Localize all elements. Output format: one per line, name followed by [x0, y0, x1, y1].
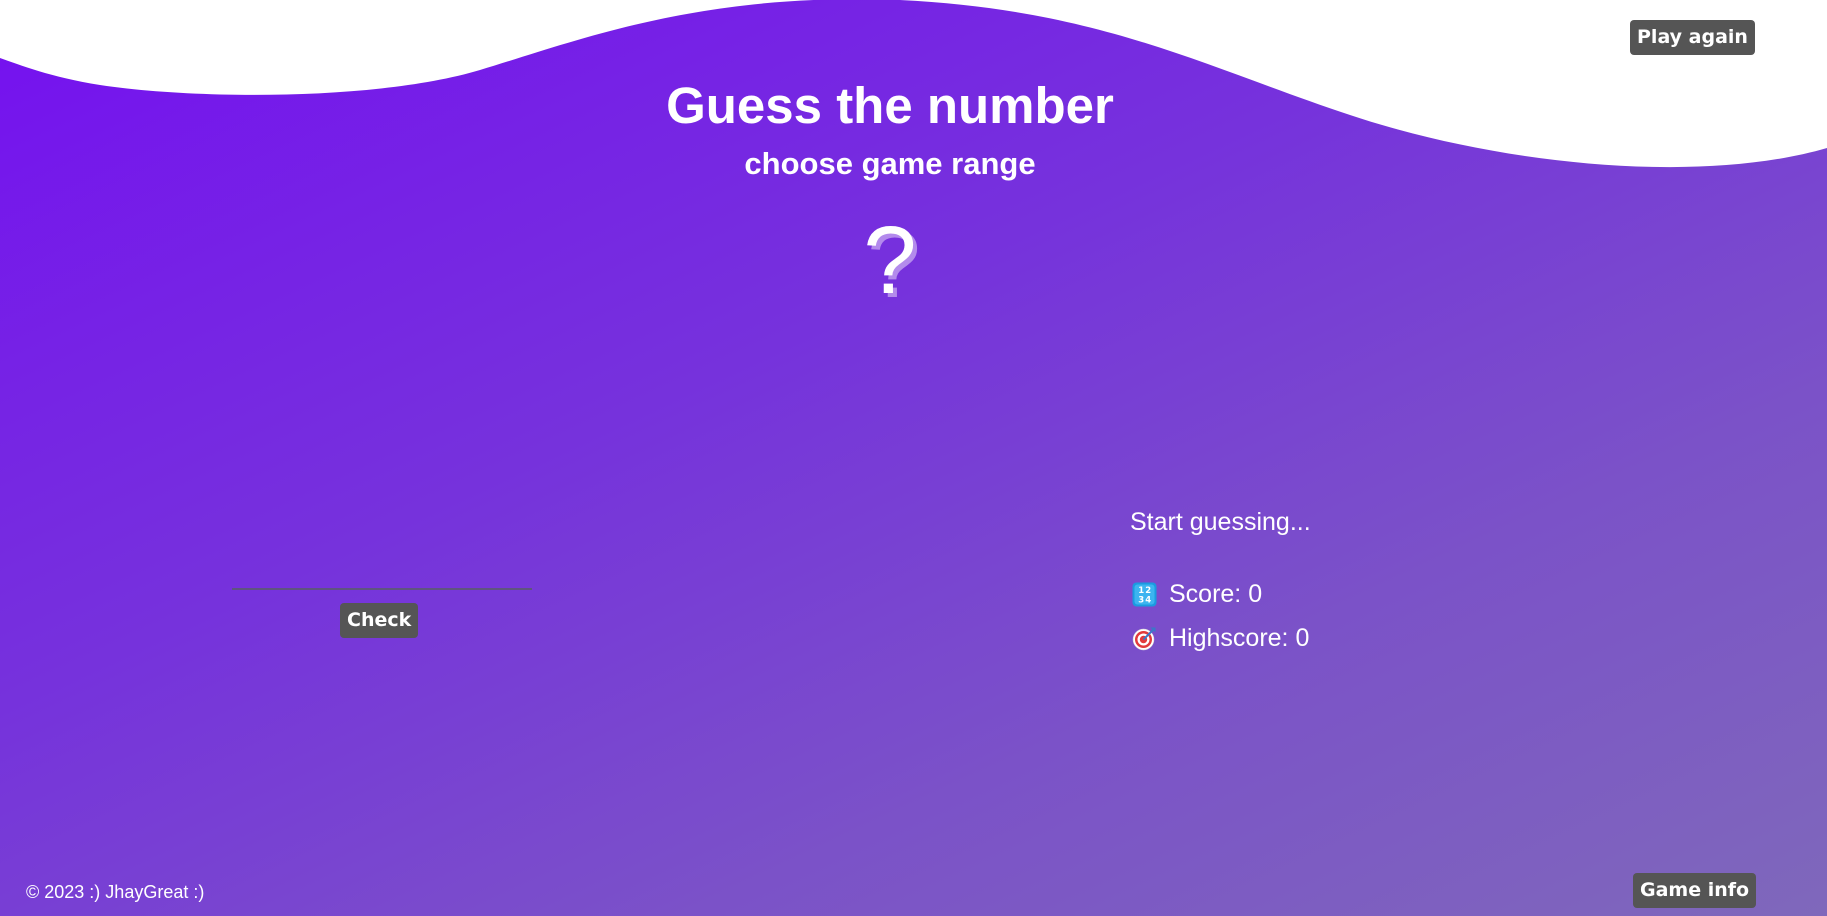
score-label: Score: 0	[1169, 580, 1263, 608]
direct-hit-icon	[1132, 626, 1157, 651]
svg-text:2: 2	[1145, 586, 1151, 596]
game-info-button[interactable]: Game info	[1633, 873, 1757, 908]
guess-input[interactable]	[232, 560, 532, 590]
page-title: Guess the number	[666, 77, 1114, 134]
svg-text:4: 4	[1145, 596, 1151, 606]
secret-number: ?	[863, 207, 917, 314]
input-numbers-icon: 1 2 3 4	[1132, 582, 1157, 607]
highscore-row: Highscore: 0	[1132, 624, 1309, 653]
score-row: 1 2 3 4 Score: 0	[1132, 580, 1262, 609]
copyright-footer: © 2023 :) JhayGreat :)	[26, 882, 205, 902]
play-again-button[interactable]: Play again	[1630, 20, 1755, 55]
status-message: Start guessing...	[1130, 508, 1311, 536]
check-button[interactable]: Check	[340, 603, 419, 638]
svg-text:1: 1	[1138, 586, 1144, 596]
choose-range-link[interactable]: choose game range	[0, 146, 1780, 182]
highscore-label: Highscore: 0	[1169, 624, 1310, 652]
svg-text:3: 3	[1138, 596, 1144, 606]
